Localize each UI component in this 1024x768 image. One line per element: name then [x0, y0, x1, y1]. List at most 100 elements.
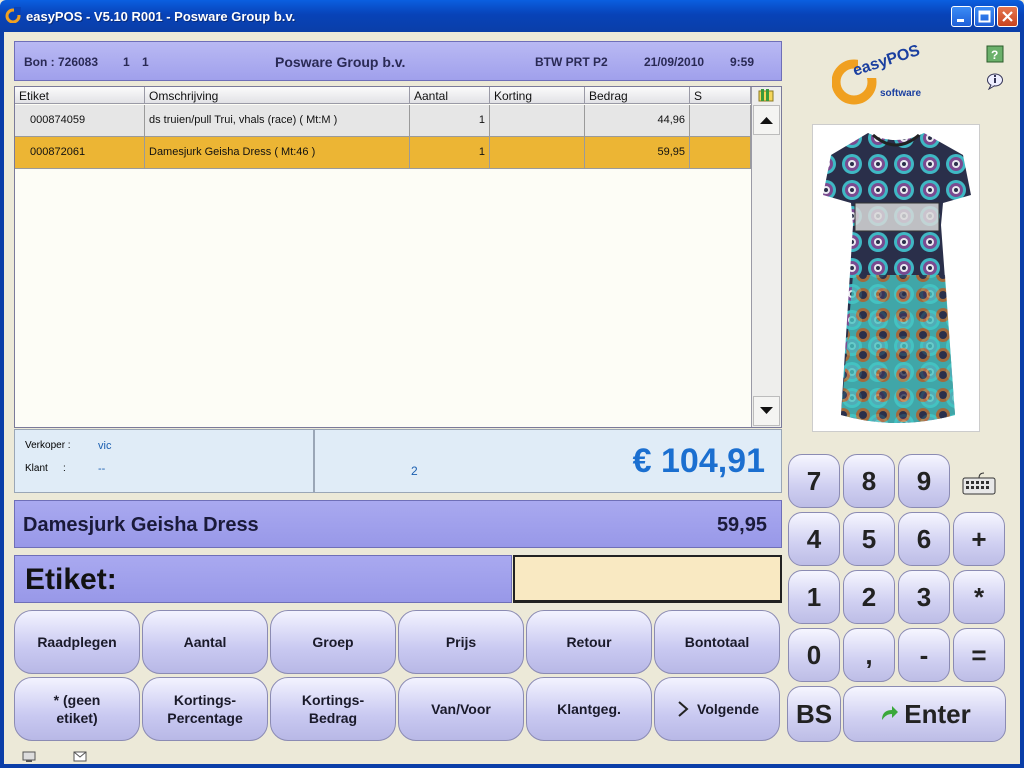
- key-1-button[interactable]: 1: [788, 570, 840, 624]
- key-minus-button[interactable]: -: [898, 628, 950, 682]
- volgende-button[interactable]: Volgende: [654, 677, 780, 741]
- cell-s: [690, 105, 751, 136]
- aantal-button[interactable]: Aantal: [142, 610, 268, 674]
- header-time: 9:59: [730, 55, 755, 69]
- cell-etiket: 000874059: [15, 105, 145, 136]
- scroll-down-button[interactable]: [753, 396, 780, 426]
- close-icon: [1002, 11, 1013, 22]
- arrow-down-icon: [760, 407, 773, 414]
- column-chooser-icon[interactable]: [758, 88, 776, 103]
- help-icon[interactable]: ?: [986, 45, 1004, 63]
- cell-omschrijving: ds truien/pull Trui, vhals (race) ( Mt:M…: [145, 105, 410, 136]
- grid-header: Etiket Omschrijving Aantal Korting Bedra…: [15, 87, 751, 104]
- mail-icon[interactable]: [73, 751, 87, 762]
- groep-button[interactable]: Groep: [270, 610, 396, 674]
- chevron-right-icon: [678, 701, 689, 717]
- prijs-button[interactable]: Prijs: [398, 610, 524, 674]
- kortings-bedrag-button[interactable]: Kortings- Bedrag: [270, 677, 396, 741]
- verkoper-value: vic: [98, 440, 112, 452]
- logo-subtitle: software: [880, 88, 922, 99]
- scroll-up-button[interactable]: [753, 105, 780, 135]
- btw-label: BTW PRT P2: [535, 55, 608, 69]
- key-6-button[interactable]: 6: [898, 512, 950, 566]
- retour-button[interactable]: Retour: [526, 610, 652, 674]
- column-header-korting[interactable]: Korting: [490, 87, 585, 104]
- column-header-aantal[interactable]: Aantal: [410, 87, 490, 104]
- company-name: Posware Group b.v.: [275, 54, 406, 70]
- kortings-bedrag-label: Kortings- Bedrag: [301, 691, 365, 726]
- vertical-scrollbar[interactable]: [751, 87, 781, 427]
- table-row[interactable]: 000874059 ds truien/pull Trui, vhals (ra…: [15, 105, 751, 137]
- key-3-button[interactable]: 3: [898, 570, 950, 624]
- logo-wordmark: easyPOS: [851, 44, 923, 80]
- cell-bedrag: 59,95: [585, 137, 690, 168]
- van-voor-button[interactable]: Van/Voor: [398, 677, 524, 741]
- close-button[interactable]: [997, 6, 1018, 27]
- bon-number: Bon : 726083: [24, 55, 99, 69]
- key-9-button[interactable]: 9: [898, 454, 950, 508]
- klant-label: Klant: [25, 463, 48, 474]
- maximize-button[interactable]: [974, 6, 995, 27]
- raadplegen-label: Raadplegen: [37, 633, 117, 650]
- seller-customer-panel: Verkoper : vic Klant : --: [14, 429, 314, 493]
- svg-text:?: ?: [991, 48, 998, 62]
- dress-image: [823, 133, 971, 423]
- easypos-icon: [5, 7, 21, 23]
- klantgeg-button[interactable]: Klantgeg.: [526, 677, 652, 741]
- cell-korting: [490, 105, 585, 136]
- klantgeg-label: Klantgeg.: [557, 700, 621, 717]
- current-item-price: 59,95: [716, 514, 767, 536]
- etiket-label-bar: Etiket:: [14, 555, 512, 603]
- bontotaal-label: Bontotaal: [684, 633, 750, 650]
- aantal-label: Aantal: [183, 633, 227, 650]
- receipt-grid: Etiket Omschrijving Aantal Korting Bedra…: [14, 86, 782, 428]
- geen-etiket-button[interactable]: * (geen etiket): [14, 677, 140, 741]
- enter-label: Enter: [904, 698, 971, 729]
- raadplegen-button[interactable]: Raadplegen: [14, 610, 140, 674]
- etiket-input[interactable]: [513, 555, 782, 603]
- backspace-button[interactable]: BS: [787, 686, 841, 742]
- receipt-header: Bon : 726083 1 1 Posware Group b.v. BTW …: [14, 41, 782, 81]
- column-header-s[interactable]: S: [690, 87, 751, 104]
- column-header-omschrijving[interactable]: Omschrijving: [145, 87, 410, 104]
- key-4-button[interactable]: 4: [788, 512, 840, 566]
- current-item-name: Damesjurk Geisha Dress: [23, 514, 259, 536]
- cell-aantal: 1: [410, 137, 490, 168]
- key-2-button[interactable]: 2: [843, 570, 895, 624]
- info-icon[interactable]: [986, 72, 1004, 90]
- bontotaal-button[interactable]: Bontotaal: [654, 610, 780, 674]
- key-0-button[interactable]: 0: [788, 628, 840, 682]
- column-header-bedrag[interactable]: Bedrag: [585, 87, 690, 104]
- key-multiply-button[interactable]: *: [953, 570, 1005, 624]
- minimize-button[interactable]: [951, 6, 972, 27]
- key-7-button[interactable]: 7: [788, 454, 840, 508]
- screen-status-icon: [22, 751, 36, 762]
- etiket-label: Etiket:: [25, 563, 117, 596]
- cell-aantal: 1: [410, 105, 490, 136]
- enter-button[interactable]: Enter: [843, 686, 1006, 742]
- verkoper-label: Verkoper :: [25, 440, 71, 451]
- receipt-total: € 104,91: [632, 442, 765, 480]
- keyboard-icon[interactable]: [962, 470, 996, 496]
- table-row-selected[interactable]: 000872061 Damesjurk Geisha Dress ( Mt:46…: [15, 137, 751, 169]
- kortings-percentage-button[interactable]: Kortings- Percentage: [142, 677, 268, 741]
- enter-arrow-icon: [882, 706, 899, 720]
- klant-colon: :: [63, 463, 66, 474]
- key-plus-button[interactable]: +: [953, 512, 1005, 566]
- title-bar: easyPOS - V5.10 R001 - Posware Group b.v…: [0, 0, 1024, 32]
- kortings-percentage-label: Kortings- Percentage: [167, 691, 243, 726]
- arrow-up-icon: [760, 117, 773, 124]
- key-8-button[interactable]: 8: [843, 454, 895, 508]
- key-5-button[interactable]: 5: [843, 512, 895, 566]
- retour-label: Retour: [566, 633, 612, 650]
- prijs-label: Prijs: [445, 633, 477, 650]
- volgende-label: Volgende: [697, 700, 759, 717]
- header-value-2: 1: [142, 55, 149, 69]
- cell-bedrag: 44,96: [585, 105, 690, 136]
- column-header-etiket[interactable]: Etiket: [15, 87, 145, 104]
- van-voor-label: Van/Voor: [431, 700, 491, 717]
- groep-label: Groep: [312, 633, 354, 650]
- key-equals-button[interactable]: =: [953, 628, 1005, 682]
- current-item-display: Damesjurk Geisha Dress 59,95: [14, 500, 782, 548]
- key-comma-button[interactable]: ,: [843, 628, 895, 682]
